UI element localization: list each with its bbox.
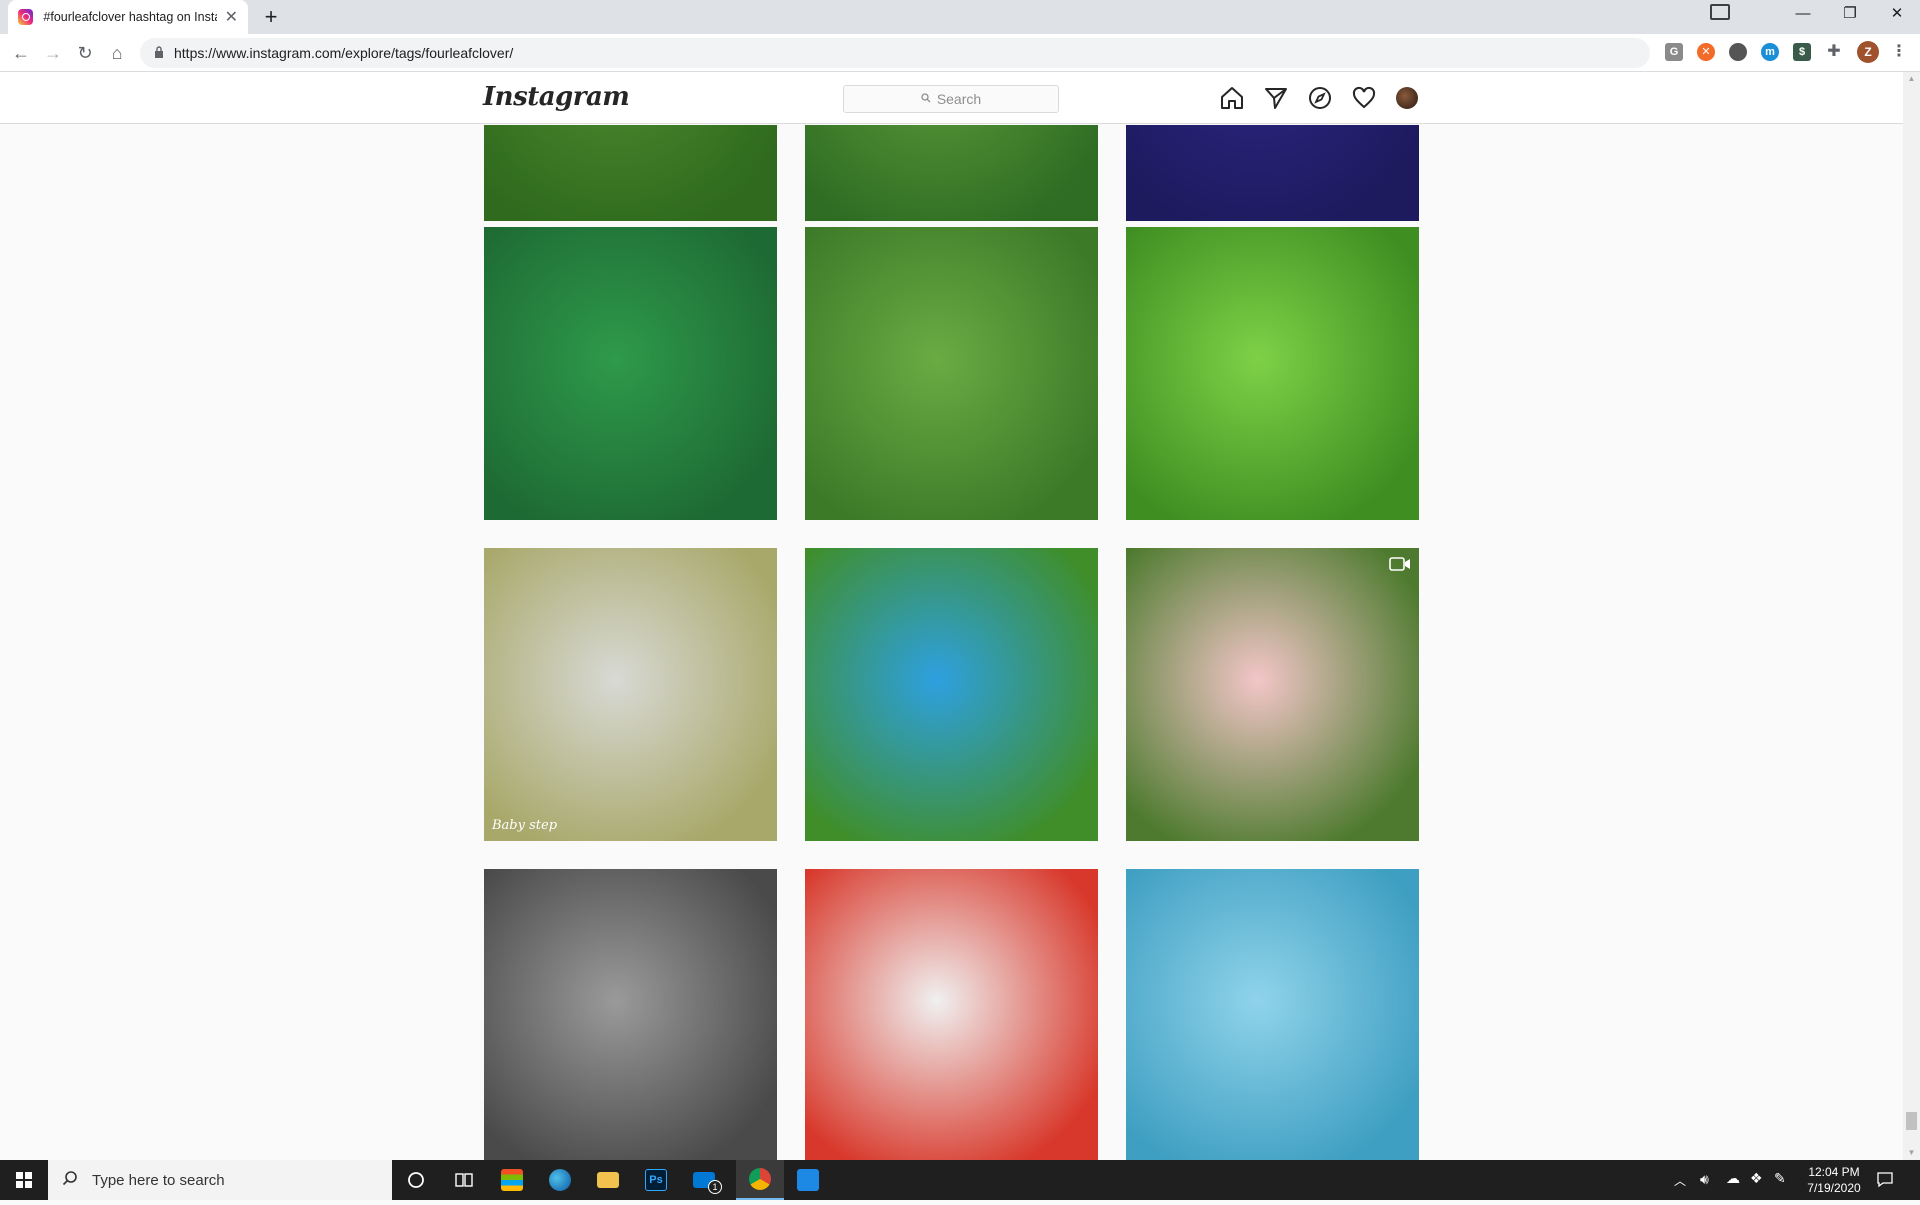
search-placeholder: Search <box>936 91 982 107</box>
tray-chevron-icon[interactable]: ︿ <box>1674 1172 1686 1189</box>
instagram-favicon-icon <box>18 9 34 25</box>
profile-avatar-button[interactable]: Z <box>1857 41 1879 63</box>
video-icon <box>1389 556 1411 572</box>
onedrive-icon[interactable]: ☁︎ <box>1726 1170 1740 1187</box>
explore-icon[interactable] <box>1307 85 1333 111</box>
post-thumbnail[interactable] <box>484 869 777 1160</box>
search-icon <box>62 1170 78 1190</box>
post-thumbnail[interactable] <box>1126 548 1419 841</box>
post-thumbnail[interactable] <box>805 869 1098 1160</box>
browser-tab[interactable]: #fourleafclover hashtag on Instagram ✕ <box>8 0 248 34</box>
file-explorer-icon[interactable] <box>584 1160 632 1200</box>
scrollbar-thumb[interactable] <box>1906 1112 1917 1130</box>
home-icon[interactable] <box>1219 85 1245 111</box>
post-thumbnail[interactable] <box>1126 869 1419 1160</box>
taskbar-search-box[interactable]: Type here to search <box>48 1160 392 1200</box>
home-button[interactable]: ⌂ <box>104 42 130 64</box>
reload-button[interactable]: ↻ <box>72 42 98 64</box>
scroll-up-arrow[interactable]: ▲ <box>1903 72 1920 86</box>
chrome-icon[interactable] <box>736 1160 784 1200</box>
search-input[interactable]: Search <box>843 85 1059 113</box>
tab-search-icon[interactable] <box>1710 4 1730 20</box>
pen-icon[interactable]: ✎ <box>1774 1170 1786 1187</box>
page-scrollbar[interactable] <box>1903 72 1920 1160</box>
dropbox-icon[interactable]: ❖ <box>1750 1170 1763 1187</box>
extension-g-icon[interactable]: G <box>1665 43 1683 61</box>
direct-icon[interactable] <box>1263 85 1289 111</box>
instagram-logo[interactable]: Instagram <box>483 82 630 112</box>
snipping-tool-icon[interactable] <box>784 1160 832 1200</box>
address-bar[interactable]: https://www.instagram.com/explore/tags/f… <box>140 38 1650 68</box>
volume-icon[interactable]: 🔊︎ <box>1700 1171 1709 1188</box>
cortana-icon[interactable] <box>392 1160 440 1200</box>
minimize-button[interactable]: — <box>1780 0 1826 30</box>
browser-tab-strip: #fourleafclover hashtag on Instagram ✕ +… <box>0 0 1920 34</box>
search-icon <box>921 92 931 106</box>
photoshop-icon[interactable]: Ps <box>632 1160 680 1200</box>
store-icon[interactable] <box>488 1160 536 1200</box>
instagram-header: Instagram Search <box>0 72 1903 124</box>
tab-close-button[interactable]: ✕ <box>225 7 238 27</box>
edge-icon[interactable] <box>536 1160 584 1200</box>
task-view-icon[interactable] <box>440 1160 488 1200</box>
restore-button[interactable]: ❐ <box>1827 0 1873 30</box>
extension-circle-icon[interactable] <box>1729 43 1747 61</box>
new-tab-button[interactable]: + <box>258 4 284 30</box>
clock-date: 7/19/2020 <box>1807 1181 1861 1195</box>
extension-orange-icon[interactable]: ✕ <box>1697 43 1715 61</box>
scroll-down-arrow[interactable]: ▼ <box>1903 1146 1920 1160</box>
notifications-icon[interactable] <box>1876 1170 1894 1188</box>
taskbar-clock[interactable]: 12:04 PM 7/19/2020 <box>1798 1164 1870 1196</box>
post-thumbnail[interactable] <box>805 548 1098 841</box>
browser-menu-icon[interactable]: ⋮ <box>1890 43 1908 61</box>
post-thumbnail[interactable] <box>805 227 1098 520</box>
start-button[interactable] <box>0 1160 48 1200</box>
profile-avatar[interactable] <box>1396 87 1418 109</box>
post-thumbnail[interactable] <box>1126 125 1419 221</box>
lock-icon <box>154 45 164 61</box>
browser-toolbar: ← → ↻ ⌂ https://www.instagram.com/explor… <box>0 34 1920 72</box>
post-grid: Baby step <box>0 125 1903 1160</box>
forward-button[interactable]: → <box>40 42 66 64</box>
post-thumbnail[interactable] <box>484 227 777 520</box>
extensions-puzzle-icon[interactable]: ✚ <box>1825 43 1843 61</box>
tab-title: #fourleafclover hashtag on Instagram <box>43 10 216 24</box>
extension-dark-icon[interactable]: $ <box>1793 43 1811 61</box>
post-thumbnail[interactable]: Baby step <box>484 548 777 841</box>
post-thumbnail[interactable] <box>1126 227 1419 520</box>
window-close-button[interactable]: ✕ <box>1874 0 1920 30</box>
extension-blue-icon[interactable]: m <box>1761 43 1779 61</box>
back-button[interactable]: ← <box>8 42 34 64</box>
url-text: https://www.instagram.com/explore/tags/f… <box>174 45 514 61</box>
post-caption-overlay: Baby step <box>492 818 558 833</box>
clock-time: 12:04 PM <box>1808 1165 1860 1179</box>
windows-taskbar: Type here to search Ps 1 ︿ 🔊︎ ☁︎ ❖ ✎ 12:… <box>0 1160 1920 1200</box>
mail-badge: 1 <box>708 1180 722 1194</box>
post-thumbnail[interactable] <box>805 125 1098 221</box>
mail-icon[interactable]: 1 <box>680 1160 728 1200</box>
activity-icon[interactable] <box>1351 85 1377 111</box>
post-thumbnail[interactable] <box>484 125 777 221</box>
taskbar-search-placeholder: Type here to search <box>92 1171 225 1189</box>
